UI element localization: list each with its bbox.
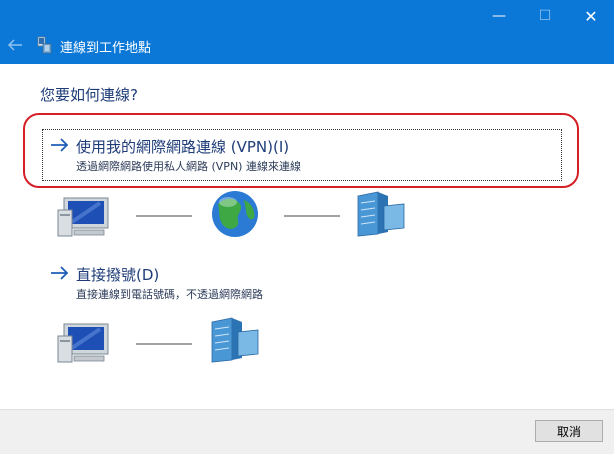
computer-icon xyxy=(57,323,109,363)
cancel-button[interactable]: 取消 xyxy=(535,420,603,442)
dialog-window: — ☐ ✕ 連線到工作地點 您要如何連線? 使用我的網際網路連線 (VPN)(I… xyxy=(0,0,614,454)
network-app-icon xyxy=(37,36,52,54)
dialog-footer: 取消 xyxy=(0,409,614,454)
direct-dial-option-description: 直接連線到電話號碼，不透過網際網路 xyxy=(76,288,263,301)
minimize-button[interactable]: — xyxy=(476,0,522,32)
page-heading: 您要如何連線? xyxy=(40,86,138,104)
globe-icon xyxy=(212,191,258,237)
direct-dial-diagram xyxy=(57,317,259,363)
dialog-content: 您要如何連線? 使用我的網際網路連線 (VPN)(I) 透過網際網路使用私人網路… xyxy=(0,64,614,409)
title-bar: — ☐ ✕ 連線到工作地點 xyxy=(0,0,614,64)
vpn-connection-diagram xyxy=(57,191,405,237)
building-icon xyxy=(211,317,259,363)
right-arrow-icon xyxy=(51,138,69,152)
computer-icon xyxy=(57,197,109,237)
vpn-option-label: 使用我的網際網路連線 (VPN)(I) xyxy=(76,138,290,156)
window-title: 連線到工作地點 xyxy=(60,41,152,56)
building-icon xyxy=(357,191,405,237)
right-arrow-icon xyxy=(51,266,69,280)
vpn-option[interactable]: 使用我的網際網路連線 (VPN)(I) 透過網際網路使用私人網路 (VPN) 連… xyxy=(50,136,570,180)
close-button[interactable]: ✕ xyxy=(568,0,614,32)
vpn-option-description: 透過網際網路使用私人網路 (VPN) 連線來連線 xyxy=(76,160,301,173)
back-arrow-icon[interactable] xyxy=(6,36,24,54)
direct-dial-option[interactable]: 直接撥號(D) 直接連線到電話號碼，不透過網際網路 xyxy=(50,264,570,304)
direct-dial-option-label: 直接撥號(D) xyxy=(76,266,160,284)
maximize-button[interactable]: ☐ xyxy=(522,0,568,32)
